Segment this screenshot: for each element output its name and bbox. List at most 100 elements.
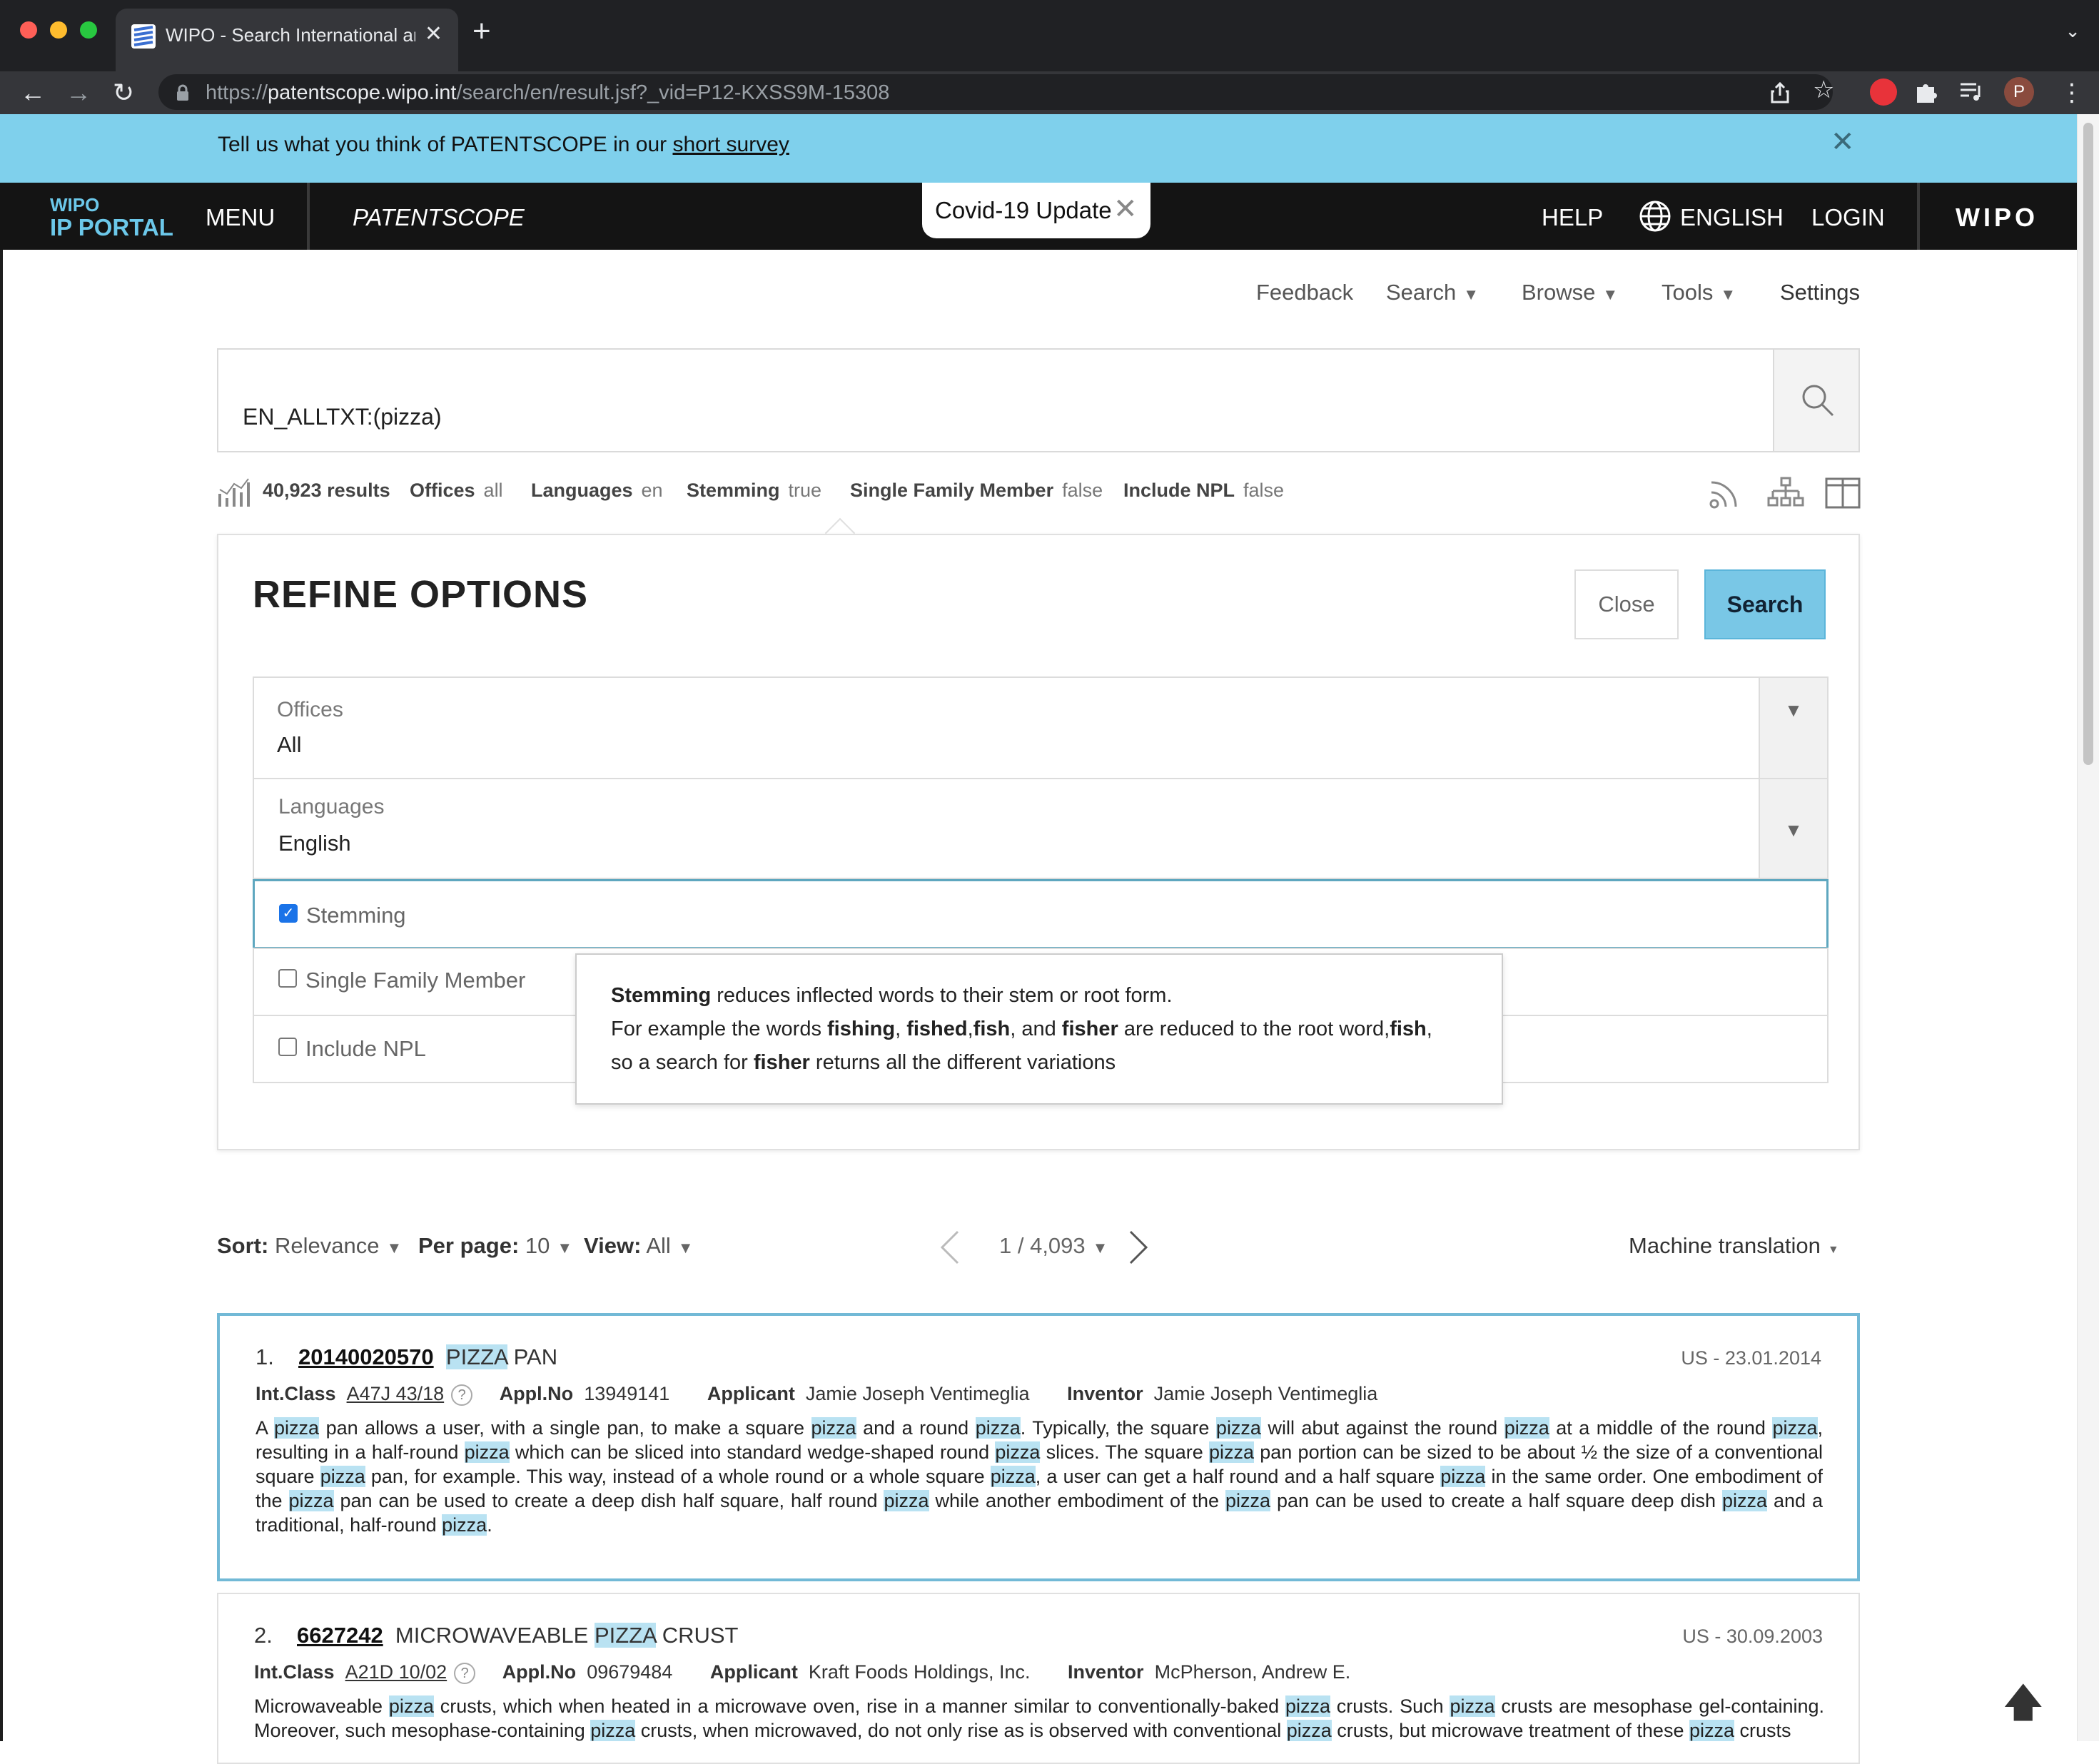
tooltip-line-1: Stemming reduces inflected words to thei… [611, 979, 1467, 1013]
search-button[interactable] [1773, 350, 1858, 451]
chevron-down-icon[interactable]: ▼ [1759, 678, 1827, 778]
highlighted-term: pizza [1287, 1720, 1332, 1741]
media-icon[interactable] [1959, 81, 1985, 103]
rss-icon[interactable] [1709, 477, 1746, 510]
wipo-ip-portal-logo[interactable]: WIPO IP PORTAL [50, 196, 173, 239]
highlighted-term: pizza [590, 1720, 635, 1741]
scroll-to-top-icon[interactable]: 🡅 [2003, 1674, 2044, 1742]
page-scrollbar[interactable] [2077, 114, 2099, 1741]
scrollbar-thumb[interactable] [2083, 123, 2093, 765]
result-id-link[interactable]: 20140020570 [298, 1344, 434, 1369]
menu-button[interactable]: MENU [206, 204, 275, 231]
covid-update-tab[interactable]: Covid-19 Update ✕ [922, 183, 1150, 238]
help-icon[interactable]: ? [451, 1384, 472, 1406]
next-page-icon[interactable] [1128, 1229, 1149, 1266]
settings-link[interactable]: Settings [1780, 280, 1860, 305]
view-select[interactable]: View: All▼ [584, 1233, 694, 1259]
chevron-down-icon[interactable]: ▼ [1759, 779, 1827, 878]
patentscope-favicon [131, 24, 156, 49]
highlighted-term: pizza [1216, 1417, 1261, 1439]
search-box: EN_ALLTXT:(pizza) [217, 348, 1860, 452]
tree-icon[interactable] [1767, 477, 1804, 510]
languages-value: English [278, 831, 351, 856]
help-icon[interactable]: ? [454, 1663, 475, 1684]
covid-close-icon[interactable]: ✕ [1113, 193, 1138, 225]
split-view-icon[interactable] [1824, 477, 1861, 510]
close-window-button[interactable] [20, 21, 37, 39]
browser-tab[interactable]: WIPO - Search International an ✕ [116, 9, 458, 71]
caret-down-icon: ▼ [386, 1239, 402, 1257]
single-family-checkbox[interactable] [278, 969, 297, 988]
url-text: https://patentscope.wipo.int/search/en/r… [206, 81, 889, 105]
browse-menu[interactable]: Browse▼ [1522, 280, 1618, 305]
highlighted-term: pizza [274, 1417, 319, 1439]
login-link[interactable]: LOGIN [1811, 204, 1885, 231]
profile-avatar[interactable]: P [2004, 77, 2034, 107]
result-id-link[interactable]: 6627242 [297, 1623, 383, 1648]
site-header: WIPO IP PORTAL MENU PATENTSCOPE Covid-19… [0, 183, 2077, 250]
survey-close-icon[interactable]: ✕ [1831, 126, 1855, 158]
highlighted-term: pizza [976, 1417, 1021, 1439]
back-button[interactable]: ← [20, 76, 46, 110]
intclass-link[interactable]: A21D 10/02 [345, 1661, 447, 1683]
maximize-window-button[interactable] [80, 21, 97, 39]
survey-link[interactable]: short survey [672, 133, 789, 156]
tab-search-icon[interactable]: ⌄ [2065, 20, 2080, 42]
tools-menu[interactable]: Tools▼ [1662, 280, 1736, 305]
result-item[interactable]: 1. 20140020570 PIZZA PAN US - 23.01.2014… [217, 1313, 1860, 1581]
refine-search-button[interactable]: Search [1704, 569, 1826, 639]
close-button[interactable]: Close [1574, 569, 1679, 639]
minimize-window-button[interactable] [50, 21, 67, 39]
globe-icon[interactable] [1639, 200, 1671, 233]
language-selector[interactable]: ENGLISH [1680, 204, 1784, 231]
intclass-link[interactable]: A47J 43/18 [347, 1383, 445, 1404]
offices-select[interactable]: Offices All ▼ [253, 676, 1829, 779]
puzzle-icon[interactable] [1914, 80, 1938, 104]
patentscope-link[interactable]: PATENTSCOPE [353, 204, 525, 231]
languages-label: Languages [278, 795, 384, 819]
highlighted-term: pizza [884, 1490, 929, 1511]
result-number: 1. [256, 1344, 274, 1370]
extension-icon[interactable] [1870, 78, 1897, 106]
stat-languages: Languagesen [531, 480, 663, 502]
share-icon[interactable] [1770, 81, 1790, 104]
highlighted-term: pizza [1722, 1490, 1767, 1511]
stemming-checkbox[interactable]: ✓ [279, 904, 298, 923]
feedback-link[interactable]: Feedback [1256, 280, 1353, 305]
previous-page-icon[interactable] [939, 1229, 961, 1266]
search-menu[interactable]: Search▼ [1386, 280, 1479, 305]
highlighted-term: pizza [1772, 1417, 1817, 1439]
machine-translation-menu[interactable]: Machine translation▼ [1629, 1233, 1839, 1259]
new-tab-button[interactable]: + [472, 16, 491, 47]
highlighted-term: pizza [465, 1441, 510, 1463]
result-date: US - 30.09.2003 [1682, 1626, 1823, 1648]
highlighted-term: pizza [1450, 1695, 1494, 1717]
results-count: 40,923 results [263, 480, 390, 502]
highlighted-term: pizza [811, 1417, 856, 1439]
chart-icon[interactable] [217, 477, 251, 508]
header-divider [307, 183, 310, 250]
reload-button[interactable]: ↻ [113, 76, 134, 110]
include-npl-checkbox[interactable] [278, 1038, 297, 1056]
search-input[interactable]: EN_ALLTXT:(pizza) [243, 404, 442, 430]
forward-button[interactable]: → [66, 76, 91, 110]
per-page-select[interactable]: Per page: 10▼ [418, 1233, 572, 1259]
page-select[interactable]: 1 / 4,093▼ [999, 1233, 1108, 1259]
tab-close-icon[interactable]: ✕ [425, 21, 442, 46]
stat-single-family: Single Family Memberfalse [850, 480, 1103, 502]
kebab-menu-icon[interactable]: ⋮ [2060, 78, 2084, 107]
sort-select[interactable]: Sort: Relevance▼ [217, 1233, 402, 1259]
highlighted-term: pizza [442, 1514, 487, 1536]
wipo-logo[interactable]: WIPO [1956, 203, 2038, 233]
tab-title: WIPO - Search International an [166, 24, 415, 46]
languages-select[interactable]: Languages English ▼ [253, 778, 1829, 879]
caret-down-icon: ▼ [557, 1239, 572, 1257]
address-bar[interactable]: https://patentscope.wipo.int/search/en/r… [158, 74, 1833, 110]
bookmark-star-icon[interactable]: ☆ [1813, 76, 1834, 104]
result-item[interactable]: 2. 6627242 MICROWAVEABLE PIZZA CRUST US … [217, 1593, 1860, 1764]
highlighted-term: pizza [1225, 1490, 1270, 1511]
result-number: 2. [254, 1623, 273, 1648]
browser-toolbar: ← → ↻ https://patentscope.wipo.int/searc… [0, 71, 2099, 114]
stemming-option[interactable]: ✓ Stemming [253, 879, 1829, 949]
help-link[interactable]: HELP [1542, 204, 1603, 231]
